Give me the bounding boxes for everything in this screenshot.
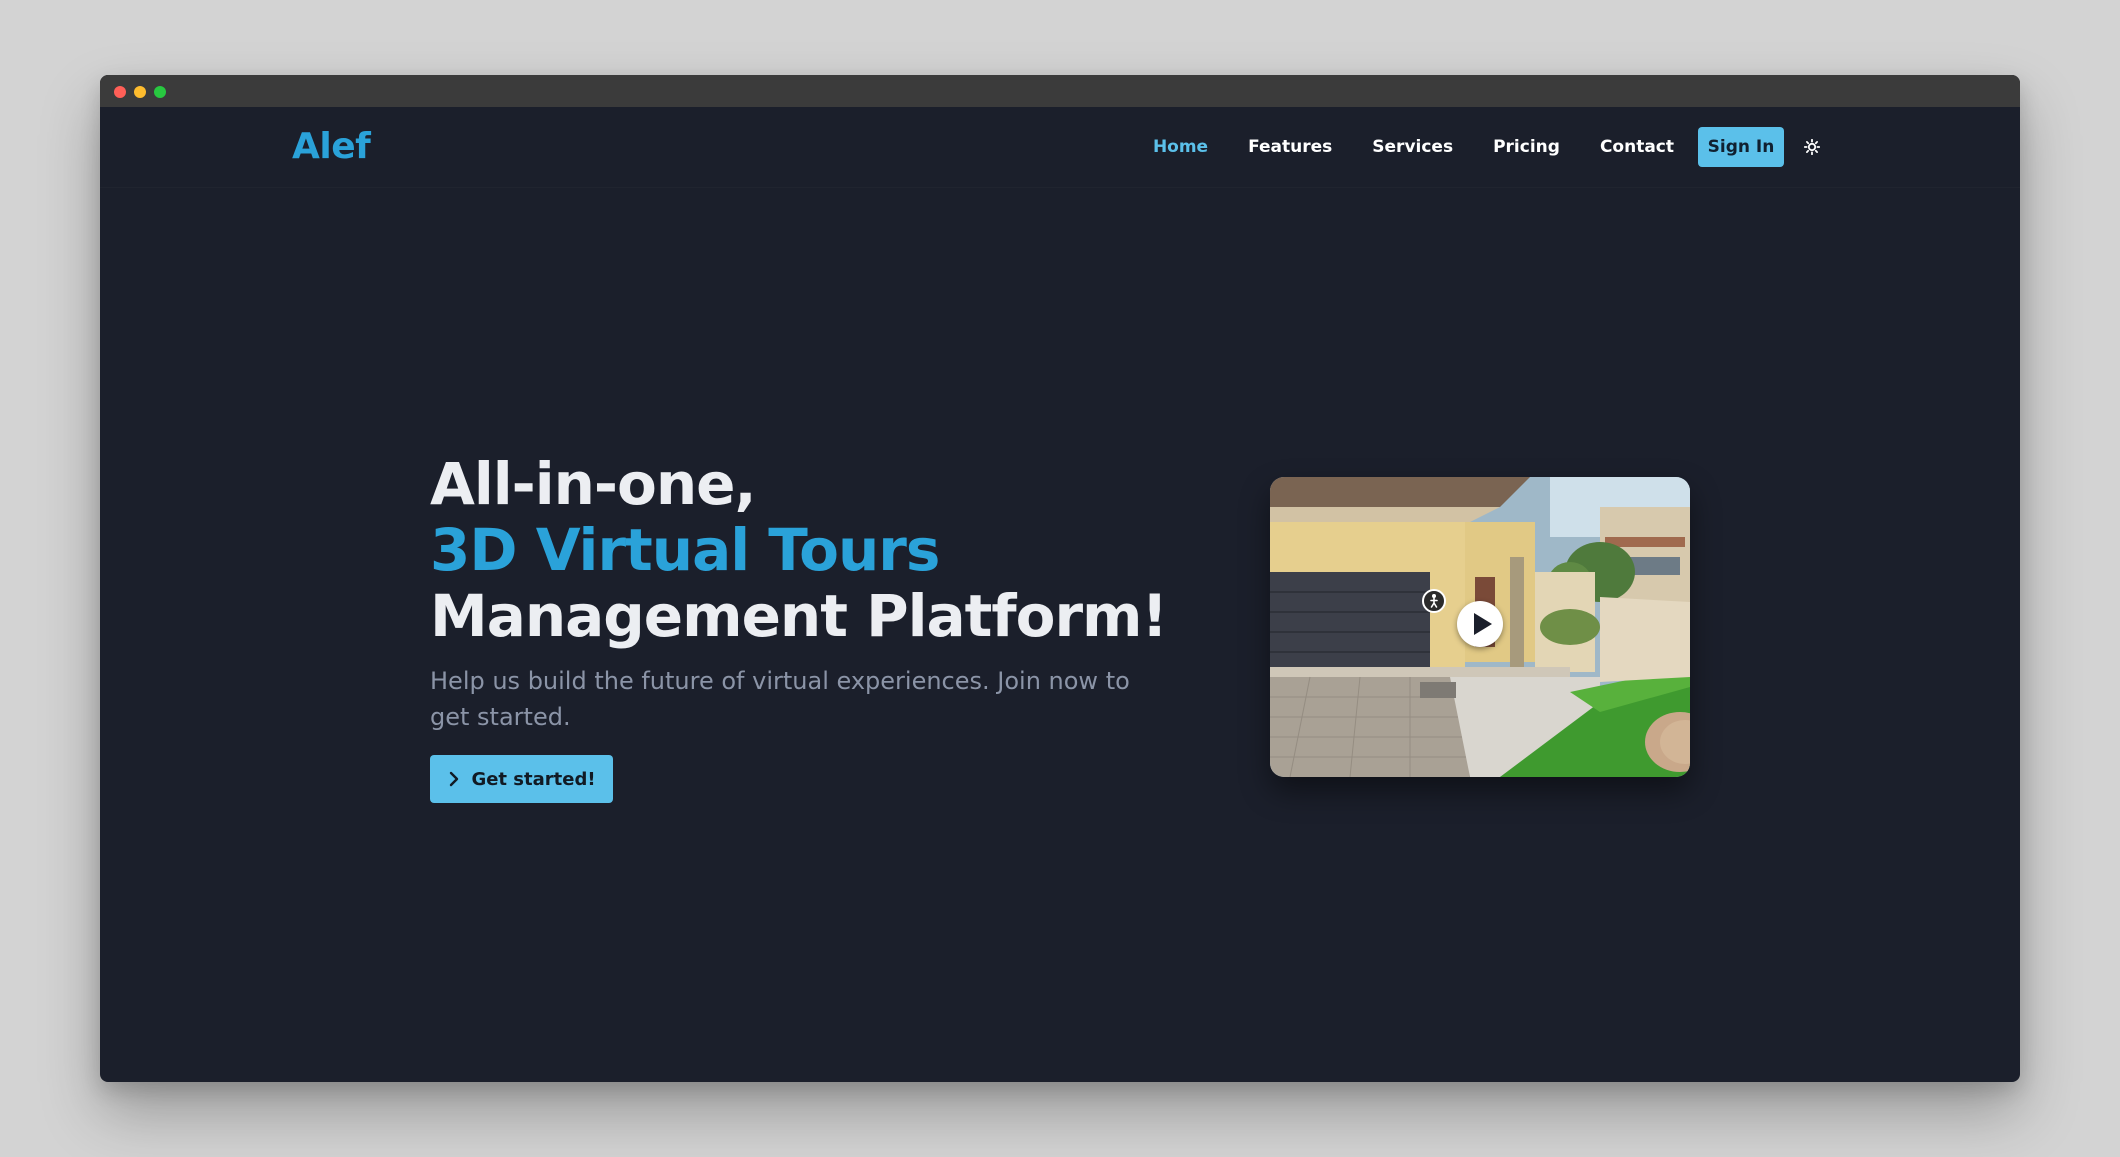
nav-link-services[interactable]: Services [1372,137,1453,157]
nav-link-pricing[interactable]: Pricing [1493,137,1560,157]
hero-heading: All-in-one, 3D Virtual Tours Management … [430,450,1168,650]
hero-subtitle: Help us build the future of virtual expe… [430,667,1130,731]
sign-in-button[interactable]: Sign In [1698,127,1784,167]
top-navbar: Alef Home Features Services Pricing Cont… [100,107,2020,188]
browser-window: Alef Home Features Services Pricing Cont… [100,75,2020,1082]
sun-icon[interactable] [1803,138,1821,156]
hero-heading-line-3: Management Platform! [430,582,1168,650]
close-window-dot[interactable] [114,86,126,98]
get-started-button[interactable]: Get started! [430,755,613,803]
get-started-label: Get started! [471,768,596,790]
play-icon[interactable] [1457,601,1503,647]
window-titlebar [100,75,2020,107]
nav-links: Home Features Services Pricing Contact S… [1153,127,1821,167]
maximize-window-dot[interactable] [154,86,166,98]
chevron-right-icon [447,771,461,787]
nav-link-contact[interactable]: Contact [1600,137,1674,157]
hero-heading-line-2: 3D Virtual Tours [430,516,940,584]
virtual-tour-preview[interactable] [1270,477,1690,777]
person-walk-icon[interactable] [1422,589,1446,613]
hero-heading-line-1: All-in-one, [430,450,756,518]
nav-link-features[interactable]: Features [1248,137,1332,157]
minimize-window-dot[interactable] [134,86,146,98]
brand-logo[interactable]: Alef [292,126,371,167]
nav-link-home[interactable]: Home [1153,137,1208,157]
